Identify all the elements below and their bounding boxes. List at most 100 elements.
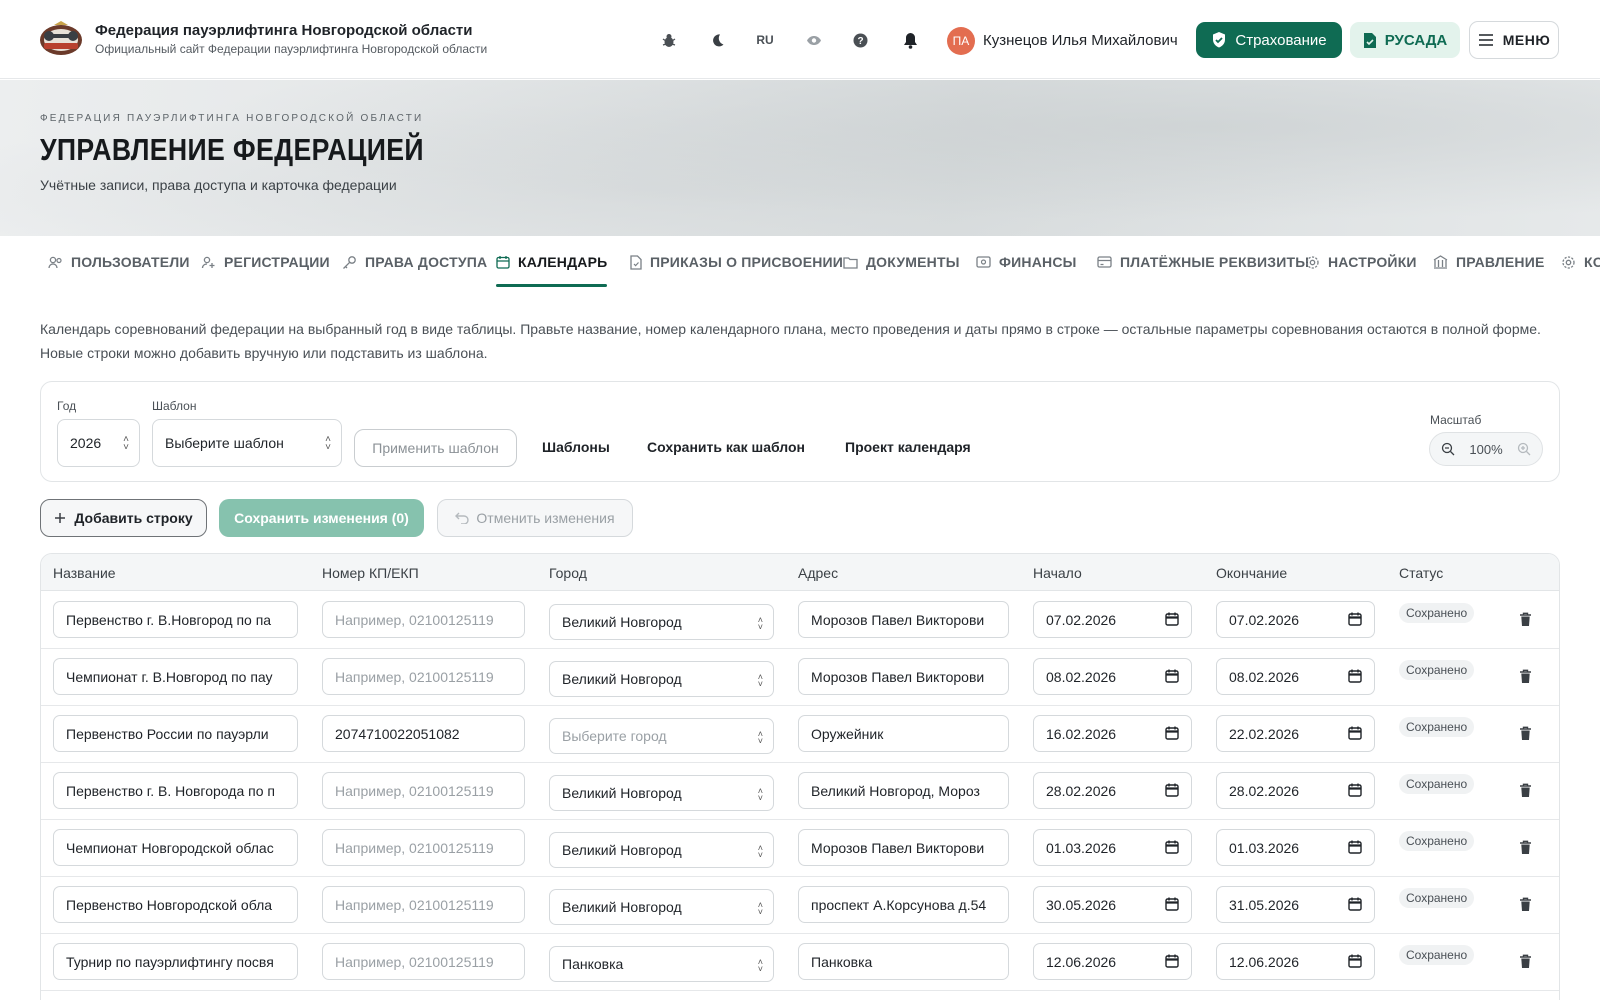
end-date-input[interactable]: 07.02.2026 [1216, 601, 1375, 638]
cancel-changes-button[interactable]: Отменить изменения [437, 499, 633, 537]
start-date-input[interactable]: 28.02.2026 [1033, 772, 1192, 809]
save-changes-button[interactable]: Сохранить изменения (0) [219, 499, 424, 537]
save-as-template-button[interactable]: Сохранить как шаблон [647, 439, 805, 455]
tab-settings[interactable]: НАСТРОЙКИ [1305, 237, 1417, 287]
add-row-button[interactable]: Добавить строку [40, 499, 207, 537]
name-input[interactable]: Чемпионат г. В.Новгород по пау [53, 658, 298, 695]
templates-button[interactable]: Шаблоны [542, 439, 610, 455]
calendar-icon[interactable] [1348, 669, 1362, 686]
start-date-input[interactable]: 07.02.2026 [1033, 601, 1192, 638]
start-date-input[interactable]: 16.02.2026 [1033, 715, 1192, 752]
bug-icon[interactable] [657, 28, 681, 52]
tab-board[interactable]: ПРАВЛЕНИЕ [1433, 237, 1545, 287]
address-input[interactable]: проспект А.Корсунова д.54 [798, 886, 1009, 923]
address-input[interactable]: Морозов Павел Викторови [798, 829, 1009, 866]
calendar-icon[interactable] [1165, 669, 1179, 686]
calendar-icon[interactable] [1165, 726, 1179, 743]
template-select[interactable]: Выберите шаблон ˄ ˅ [152, 419, 342, 467]
language-switch[interactable]: RU [753, 28, 777, 52]
number-input[interactable]: Например, 02100125119 [322, 943, 525, 980]
calendar-icon[interactable] [1165, 954, 1179, 971]
col-address[interactable]: Адрес [798, 565, 838, 581]
number-input[interactable]: 2074710022051082 [322, 715, 525, 752]
start-date-input[interactable]: 01.03.2026 [1033, 829, 1192, 866]
calendar-icon[interactable] [1348, 954, 1362, 971]
year-select[interactable]: 2026 ˄ ˅ [57, 419, 140, 467]
calendar-icon[interactable] [1165, 783, 1179, 800]
delete-row-icon[interactable] [1519, 669, 1532, 689]
calendar-icon[interactable] [1348, 612, 1362, 629]
name-input[interactable]: Первенство г. В. Новгорода по п [53, 772, 298, 809]
zoom-out-icon[interactable] [1441, 442, 1455, 456]
user-avatar[interactable]: ПА [947, 27, 975, 55]
tab-finances[interactable]: ФИНАНСЫ [976, 237, 1077, 287]
end-date-input[interactable]: 28.02.2026 [1216, 772, 1375, 809]
calendar-icon[interactable] [1165, 840, 1179, 857]
city-select[interactable]: Великий Новгород ˄ ˅ [549, 775, 774, 811]
address-input[interactable]: Оружейник [798, 715, 1009, 752]
delete-row-icon[interactable] [1519, 612, 1532, 632]
number-input[interactable]: Например, 02100125119 [322, 886, 525, 923]
tab-payment-details[interactable]: ПЛАТЁЖНЫЕ РЕКВИЗИТЫ [1097, 237, 1309, 287]
start-date-input[interactable]: 12.06.2026 [1033, 943, 1192, 980]
address-input[interactable]: Панковка [798, 943, 1009, 980]
name-input[interactable]: Чемпионат Новгородской облас [53, 829, 298, 866]
name-input[interactable]: Первенство г. В.Новгород по па [53, 601, 298, 638]
end-date-input[interactable]: 01.03.2026 [1216, 829, 1375, 866]
name-input[interactable]: Первенство России по пауэрли [53, 715, 298, 752]
name-input[interactable]: Первенство Новгородской обла [53, 886, 298, 923]
calendar-icon[interactable] [1348, 783, 1362, 800]
city-select[interactable]: Выберите город ˄ ˅ [549, 718, 774, 754]
zoom-in-icon[interactable] [1517, 442, 1531, 456]
help-icon[interactable]: ? [848, 28, 872, 52]
col-start[interactable]: Начало [1033, 565, 1082, 581]
col-city[interactable]: Город [549, 565, 587, 581]
insurance-button[interactable]: Страхование [1196, 22, 1342, 58]
number-input[interactable]: Например, 02100125119 [322, 829, 525, 866]
city-select[interactable]: Великий Новгород ˄ ˅ [549, 889, 774, 925]
tab-users[interactable]: ПОЛЬЗОВАТЕЛИ [48, 237, 190, 287]
address-input[interactable]: Морозов Павел Викторови [798, 601, 1009, 638]
user-name[interactable]: Кузнецов Илья Михайлович [983, 32, 1178, 49]
rusada-button[interactable]: РУСАДА [1350, 22, 1460, 58]
city-select[interactable]: Панковка ˄ ˅ [549, 946, 774, 982]
city-select[interactable]: Великий Новгород ˄ ˅ [549, 832, 774, 868]
number-input[interactable]: Например, 02100125119 [322, 601, 525, 638]
accessibility-eye-icon[interactable] [802, 28, 826, 52]
address-input[interactable]: Морозов Павел Викторови [798, 658, 1009, 695]
tab-documents[interactable]: ДОКУМЕНТЫ [843, 237, 960, 287]
end-date-input[interactable]: 31.05.2026 [1216, 886, 1375, 923]
address-input[interactable]: Великий Новгород, Мороз [798, 772, 1009, 809]
tab-more[interactable]: КО [1561, 237, 1600, 287]
tab-calendar[interactable]: КАЛЕНДАРЬ [496, 237, 608, 287]
delete-row-icon[interactable] [1519, 840, 1532, 860]
notifications-bell-icon[interactable] [898, 28, 922, 52]
start-date-input[interactable]: 08.02.2026 [1033, 658, 1192, 695]
delete-row-icon[interactable] [1519, 897, 1532, 917]
delete-row-icon[interactable] [1519, 726, 1532, 746]
col-name[interactable]: Название [53, 565, 116, 581]
tab-orders[interactable]: ПРИКАЗЫ О ПРИСВОЕНИИ [630, 237, 843, 287]
calendar-icon[interactable] [1348, 840, 1362, 857]
number-input[interactable]: Например, 02100125119 [322, 772, 525, 809]
city-select[interactable]: Великий Новгород ˄ ˅ [549, 661, 774, 697]
apply-template-button[interactable]: Применить шаблон [354, 429, 517, 467]
number-input[interactable]: Например, 02100125119 [322, 658, 525, 695]
menu-button[interactable]: МЕНЮ [1469, 21, 1559, 59]
city-select[interactable]: Великий Новгород ˄ ˅ [549, 604, 774, 640]
end-date-input[interactable]: 22.02.2026 [1216, 715, 1375, 752]
start-date-input[interactable]: 30.05.2026 [1033, 886, 1192, 923]
calendar-icon[interactable] [1348, 726, 1362, 743]
col-end[interactable]: Окончание [1216, 565, 1287, 581]
col-number[interactable]: Номер КП/ЕКП [322, 565, 419, 581]
site-title[interactable]: Федерация пауэрлифтинга Новгородской обл… [95, 22, 472, 39]
dark-mode-icon[interactable] [705, 28, 729, 52]
calendar-icon[interactable] [1165, 612, 1179, 629]
calendar-icon[interactable] [1348, 897, 1362, 914]
end-date-input[interactable]: 12.06.2026 [1216, 943, 1375, 980]
delete-row-icon[interactable] [1519, 783, 1532, 803]
calendar-icon[interactable] [1165, 897, 1179, 914]
calendar-draft-button[interactable]: Проект календаря [845, 439, 971, 455]
tab-registrations[interactable]: РЕГИСТРАЦИИ [201, 237, 330, 287]
col-status[interactable]: Статус [1399, 565, 1443, 581]
